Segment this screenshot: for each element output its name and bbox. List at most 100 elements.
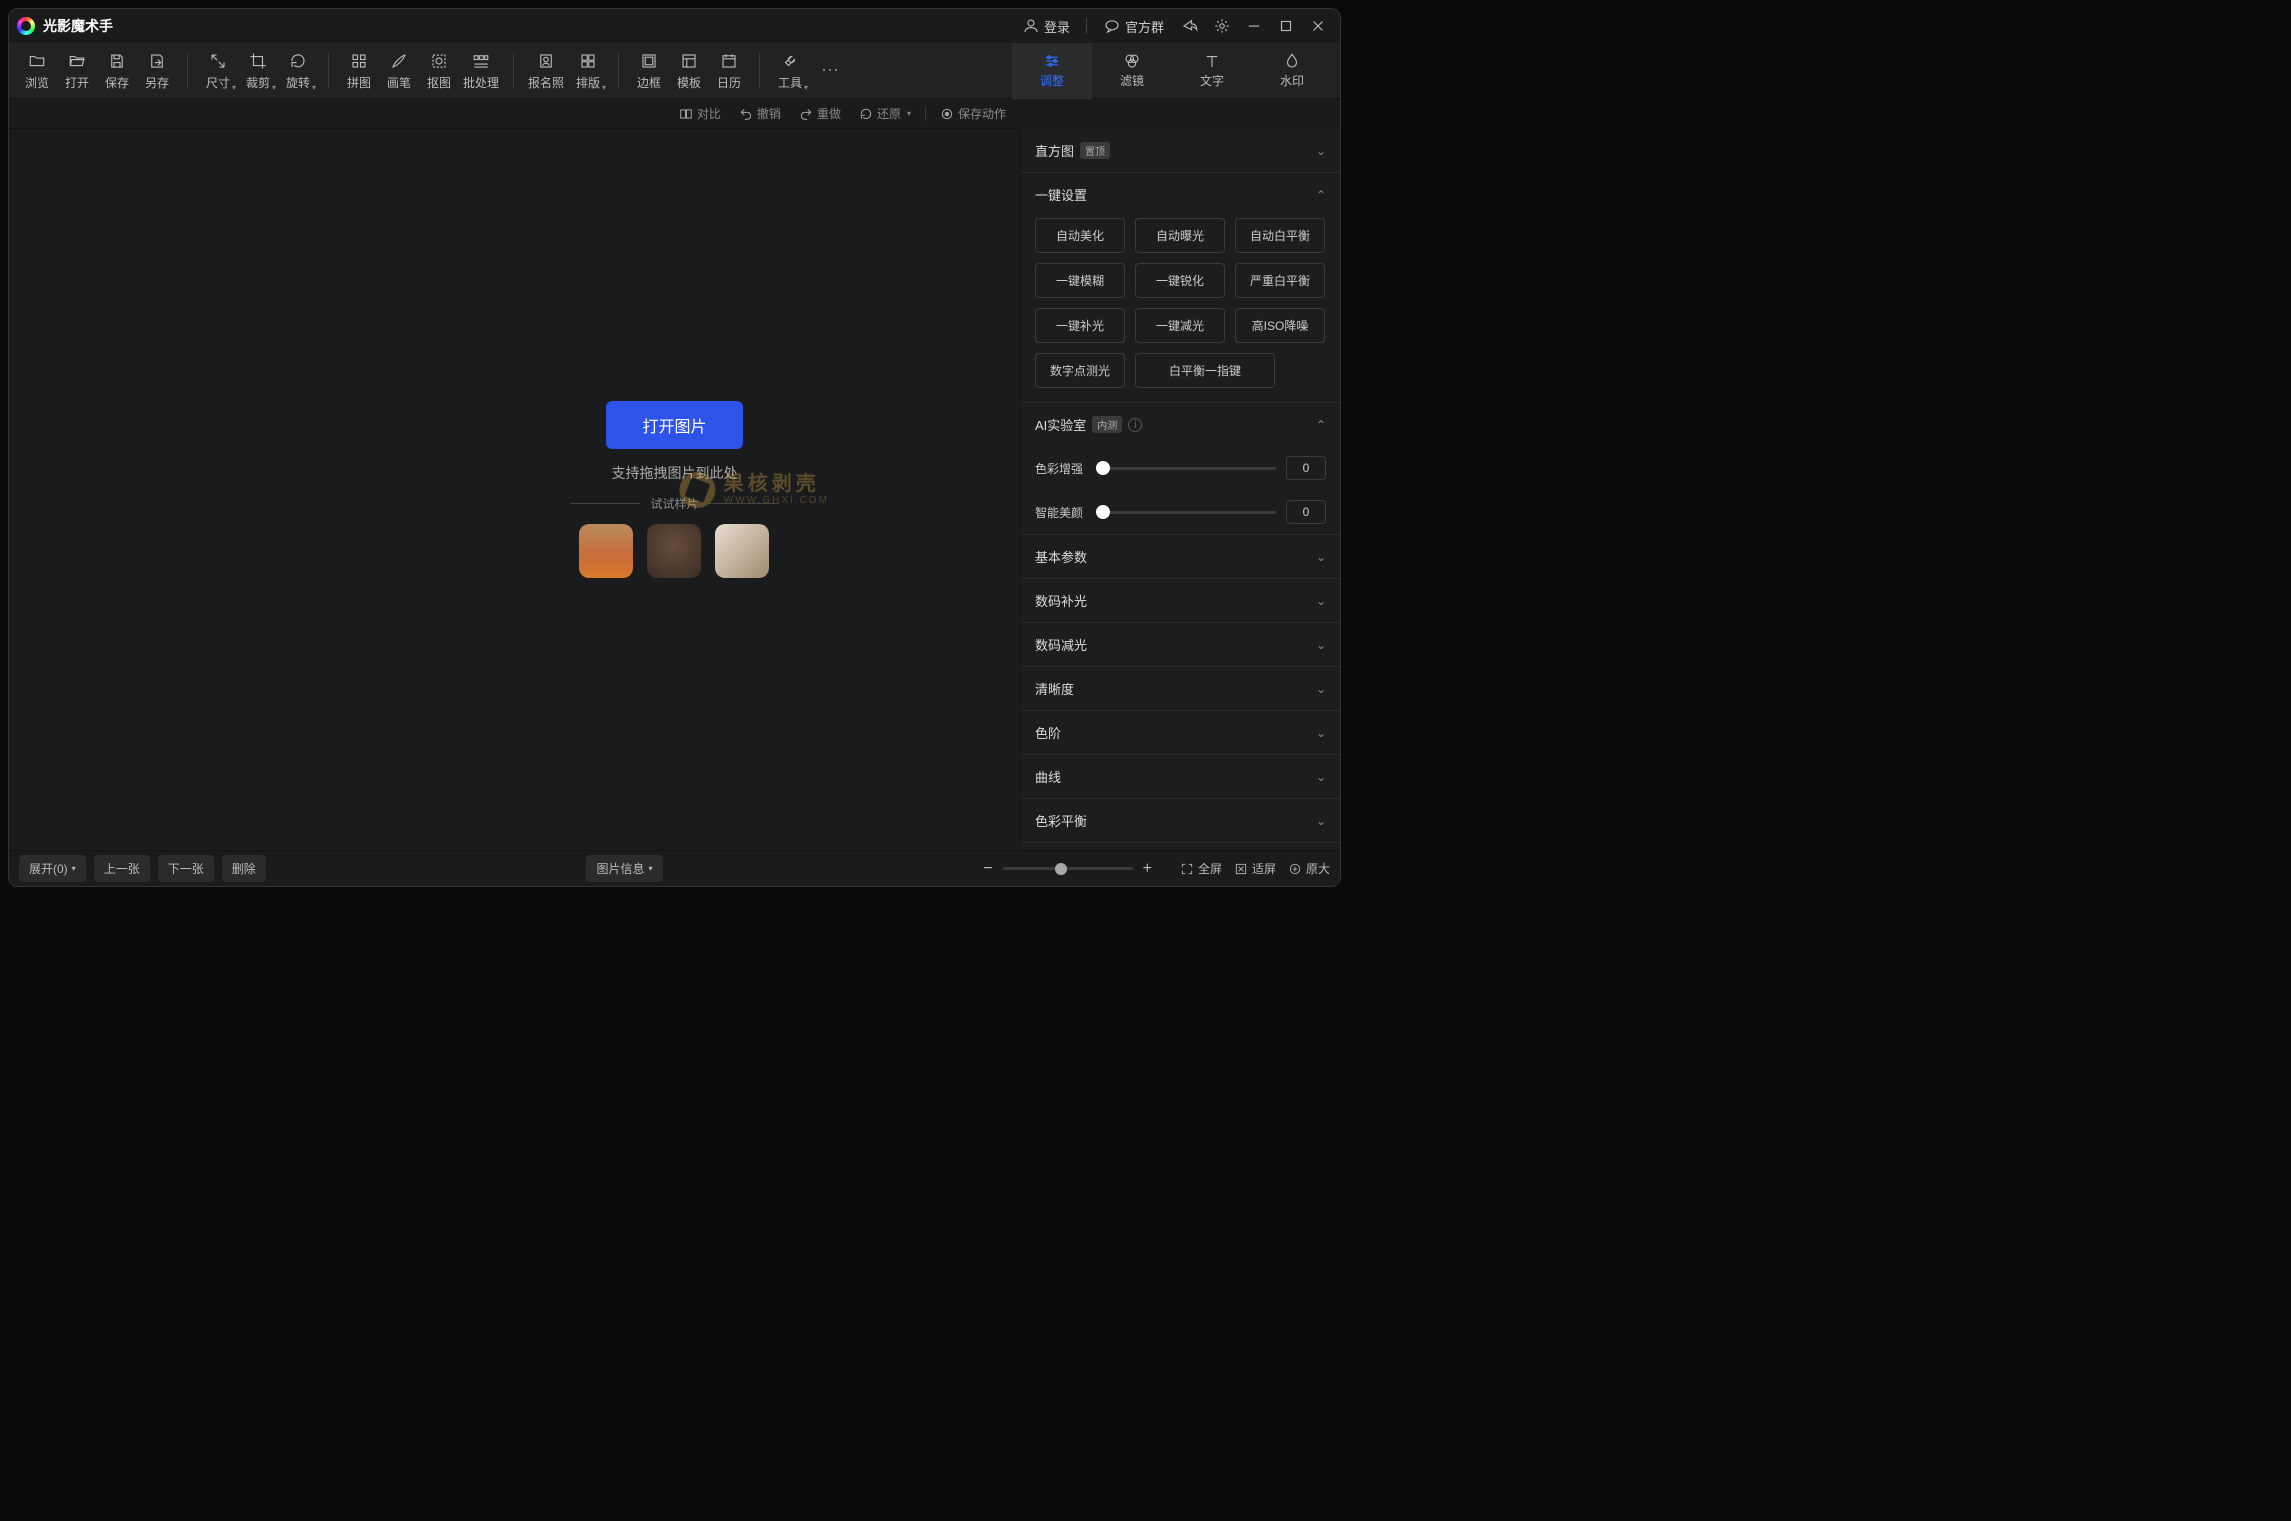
slider-smart-beauty: 智能美颜 0 bbox=[1021, 490, 1340, 534]
open-tool[interactable]: 打开 bbox=[57, 46, 97, 96]
preset-auto-wb[interactable]: 自动白平衡 bbox=[1235, 218, 1325, 253]
batch-tool[interactable]: 批处理 bbox=[459, 46, 503, 96]
section-color-balance: 色彩平衡⌄ bbox=[1021, 799, 1340, 843]
app-title: 光影魔术手 bbox=[43, 16, 113, 36]
slider-knob[interactable] bbox=[1096, 505, 1110, 519]
original-size-button[interactable]: 原大 bbox=[1288, 860, 1330, 877]
share-icon bbox=[1181, 17, 1199, 35]
section-header-basic[interactable]: 基本参数⌄ bbox=[1021, 535, 1340, 578]
section-digital-reduce: 数码减光⌄ bbox=[1021, 623, 1340, 667]
fullscreen-button[interactable]: 全屏 bbox=[1180, 860, 1222, 877]
sample-thumbnail-3[interactable] bbox=[715, 524, 769, 578]
section-header-color-balance[interactable]: 色彩平衡⌄ bbox=[1021, 799, 1340, 842]
zoom-knob[interactable] bbox=[1055, 863, 1067, 875]
template-tool[interactable]: 模板 bbox=[669, 46, 709, 96]
section-header-levels[interactable]: 色阶⌄ bbox=[1021, 711, 1340, 754]
info-icon[interactable]: i bbox=[1128, 418, 1142, 432]
sample-divider: 试试样片 bbox=[570, 495, 778, 512]
section-header-clarity[interactable]: 清晰度⌄ bbox=[1021, 667, 1340, 710]
section-header-histogram[interactable]: 直方图 置顶 ⌄ bbox=[1021, 129, 1340, 172]
browse-tool[interactable]: 浏览 bbox=[17, 46, 57, 96]
official-group-button[interactable]: 官方群 bbox=[1095, 13, 1172, 40]
id-photo-tool[interactable]: 报名照 bbox=[524, 46, 568, 96]
layout-tool[interactable]: 排版▾ bbox=[568, 46, 608, 96]
preset-fill-light[interactable]: 一键补光 bbox=[1035, 308, 1125, 343]
slider-track[interactable] bbox=[1103, 511, 1276, 514]
section-header-ai-lab[interactable]: AI实验室 内测 i ⌃ bbox=[1021, 403, 1340, 446]
preset-sharpen[interactable]: 一键锐化 bbox=[1135, 263, 1225, 298]
prev-image-button[interactable]: 上一张 bbox=[94, 855, 150, 882]
section-header-digital-reduce[interactable]: 数码减光⌄ bbox=[1021, 623, 1340, 666]
section-header-digital-fill[interactable]: 数码补光⌄ bbox=[1021, 579, 1340, 622]
section-header-one-click[interactable]: 一键设置 ⌃ bbox=[1021, 173, 1340, 216]
size-tool[interactable]: 尺寸▾ bbox=[198, 46, 238, 96]
delete-button[interactable]: 删除 bbox=[222, 855, 266, 882]
preset-spot-meter[interactable]: 数字点测光 bbox=[1035, 353, 1125, 388]
slider-track[interactable] bbox=[1103, 467, 1276, 470]
expand-button[interactable]: 展开(0)▾ bbox=[19, 855, 86, 882]
calendar-tool[interactable]: 日历 bbox=[709, 46, 749, 96]
login-button[interactable]: 登录 bbox=[1014, 13, 1078, 40]
section-histogram: 直方图 置顶 ⌄ bbox=[1021, 129, 1340, 173]
collage-tool[interactable]: 拼图 bbox=[339, 46, 379, 96]
tab-watermark[interactable]: 水印 bbox=[1252, 43, 1332, 99]
revert-button[interactable]: 还原▾ bbox=[855, 103, 915, 124]
settings-button[interactable] bbox=[1208, 12, 1236, 40]
slider-value[interactable]: 0 bbox=[1286, 456, 1326, 480]
save-as-icon bbox=[148, 52, 166, 70]
tools-tool[interactable]: 工具▾ bbox=[770, 46, 810, 96]
compare-icon bbox=[679, 107, 693, 121]
preset-reduce-light[interactable]: 一键减光 bbox=[1135, 308, 1225, 343]
next-image-button[interactable]: 下一张 bbox=[158, 855, 214, 882]
chevron-down-icon: ⌄ bbox=[1316, 726, 1326, 740]
chevron-down-icon: ⌄ bbox=[1316, 682, 1326, 696]
preset-auto-beautify[interactable]: 自动美化 bbox=[1035, 218, 1125, 253]
rotate-tool[interactable]: 旋转▾ bbox=[278, 46, 318, 96]
maximize-button[interactable] bbox=[1272, 12, 1300, 40]
cutout-tool[interactable]: 抠图 bbox=[419, 46, 459, 96]
save-as-tool[interactable]: 另存 bbox=[137, 46, 177, 96]
sample-thumbnail-2[interactable] bbox=[647, 524, 701, 578]
save-action-button[interactable]: 保存动作 bbox=[936, 103, 1010, 124]
section-header-curves[interactable]: 曲线⌄ bbox=[1021, 755, 1340, 798]
preset-high-iso-nr[interactable]: 高ISO降噪 bbox=[1235, 308, 1325, 343]
crop-tool[interactable]: 裁剪▾ bbox=[238, 46, 278, 96]
watermark-icon bbox=[1283, 52, 1301, 70]
zoom-in-button[interactable]: + bbox=[1143, 860, 1152, 878]
beta-badge: 内测 bbox=[1092, 416, 1122, 433]
preset-heavy-wb[interactable]: 严重白平衡 bbox=[1235, 263, 1325, 298]
fit-screen-button[interactable]: 适屏 bbox=[1234, 860, 1276, 877]
tab-adjust[interactable]: 调整 bbox=[1012, 43, 1092, 99]
slider-color-enhance: 色彩增强 0 bbox=[1021, 446, 1340, 490]
pin-badge: 置顶 bbox=[1080, 142, 1110, 159]
tab-text[interactable]: 文字 bbox=[1172, 43, 1252, 99]
zoom-slider[interactable] bbox=[1003, 867, 1133, 870]
record-icon bbox=[940, 107, 954, 121]
wrench-icon bbox=[781, 52, 799, 70]
preset-blur[interactable]: 一键模糊 bbox=[1035, 263, 1125, 298]
undo-button[interactable]: 撤销 bbox=[735, 103, 785, 124]
slider-value[interactable]: 0 bbox=[1286, 500, 1326, 524]
compare-button[interactable]: 对比 bbox=[675, 103, 725, 124]
section-header-rgb-tone[interactable]: RGB色调⌄ bbox=[1021, 843, 1340, 850]
redo-button[interactable]: 重做 bbox=[795, 103, 845, 124]
slider-knob[interactable] bbox=[1096, 461, 1110, 475]
share-button[interactable] bbox=[1176, 12, 1204, 40]
brush-tool[interactable]: 画笔 bbox=[379, 46, 419, 96]
image-info-button[interactable]: 图片信息▾ bbox=[586, 855, 662, 882]
divider bbox=[925, 107, 926, 121]
save-tool[interactable]: 保存 bbox=[97, 46, 137, 96]
zoom-out-button[interactable]: − bbox=[983, 860, 992, 878]
border-tool[interactable]: 边框 bbox=[629, 46, 669, 96]
rotate-icon bbox=[289, 52, 307, 70]
minimize-button[interactable] bbox=[1240, 12, 1268, 40]
preset-auto-exposure[interactable]: 自动曝光 bbox=[1135, 218, 1225, 253]
tab-filter[interactable]: 滤镜 bbox=[1092, 43, 1172, 99]
sample-thumbnail-1[interactable] bbox=[579, 524, 633, 578]
grid-icon bbox=[350, 52, 368, 70]
preset-wb-onekey[interactable]: 白平衡一指键 bbox=[1135, 353, 1275, 388]
close-button[interactable] bbox=[1304, 12, 1332, 40]
toolbar-more[interactable]: ⋯ bbox=[810, 60, 850, 81]
open-image-button[interactable]: 打开图片 bbox=[606, 401, 742, 449]
divider bbox=[1086, 18, 1087, 34]
